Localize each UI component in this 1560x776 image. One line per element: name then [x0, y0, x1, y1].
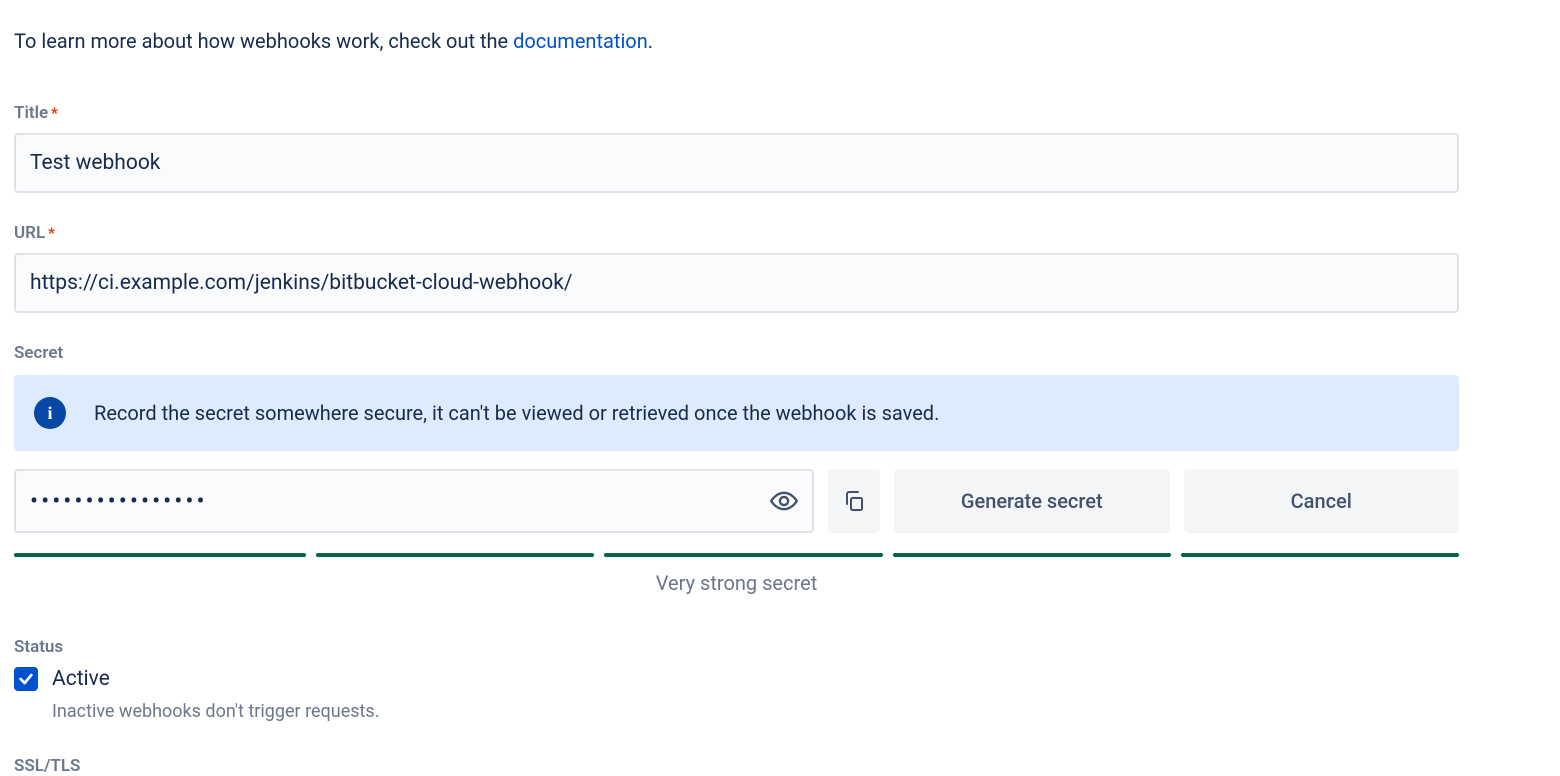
cancel-secret-button[interactable]: Cancel: [1184, 469, 1460, 533]
strength-segment: [604, 553, 882, 557]
status-field-block: Status Active Inactive webhooks don't tr…: [14, 637, 1546, 722]
intro-prefix: To learn more about how webhooks work, c…: [14, 29, 513, 53]
required-asterisk: *: [48, 224, 55, 242]
secret-info-text: Record the secret somewhere secure, it c…: [94, 401, 939, 425]
title-input[interactable]: [14, 133, 1459, 193]
strength-segment: [316, 553, 594, 557]
secret-field-block: Secret i Record the secret somewhere sec…: [14, 343, 1546, 595]
info-icon: i: [34, 397, 66, 429]
strength-segment: [893, 553, 1171, 557]
generate-secret-button[interactable]: Generate secret: [894, 469, 1170, 533]
ssl-label-text: SSL/TLS: [14, 756, 80, 776]
required-asterisk: *: [51, 104, 58, 122]
url-label: URL *: [14, 223, 1546, 243]
secret-label: Secret: [14, 343, 1546, 363]
webhook-form: To learn more about how webhooks work, c…: [0, 0, 1560, 776]
active-checkbox-label: Active: [52, 667, 110, 691]
secret-strength-label: Very strong secret: [14, 571, 1459, 595]
secret-input[interactable]: [14, 469, 814, 533]
title-label-text: Title: [14, 103, 48, 123]
title-label: Title *: [14, 103, 1546, 123]
intro-suffix: .: [648, 29, 653, 53]
status-hint: Inactive webhooks don't trigger requests…: [52, 701, 1546, 722]
secret-info-panel: i Record the secret somewhere secure, it…: [14, 375, 1459, 451]
intro-text: To learn more about how webhooks work, c…: [14, 28, 1546, 55]
status-label: Status: [14, 637, 1546, 657]
strength-segment: [1181, 553, 1459, 557]
title-field-block: Title *: [14, 103, 1546, 193]
active-checkbox[interactable]: [14, 667, 38, 691]
status-checkbox-row: Active: [14, 667, 1546, 691]
documentation-link[interactable]: documentation: [513, 29, 648, 53]
copy-secret-button[interactable]: [828, 469, 880, 533]
eye-icon: [770, 487, 798, 515]
status-label-text: Status: [14, 637, 63, 657]
reveal-secret-button[interactable]: [762, 479, 806, 523]
url-input[interactable]: [14, 253, 1459, 313]
strength-segment: [14, 553, 306, 557]
check-icon: [18, 671, 34, 687]
ssl-label: SSL/TLS: [14, 756, 1546, 776]
secret-input-wrap: [14, 469, 814, 533]
url-field-block: URL *: [14, 223, 1546, 313]
secret-strength-meter: [14, 553, 1459, 557]
secret-label-text: Secret: [14, 343, 63, 363]
copy-icon: [842, 489, 866, 513]
url-label-text: URL: [14, 223, 45, 243]
secret-row: Generate secret Cancel: [14, 469, 1459, 533]
